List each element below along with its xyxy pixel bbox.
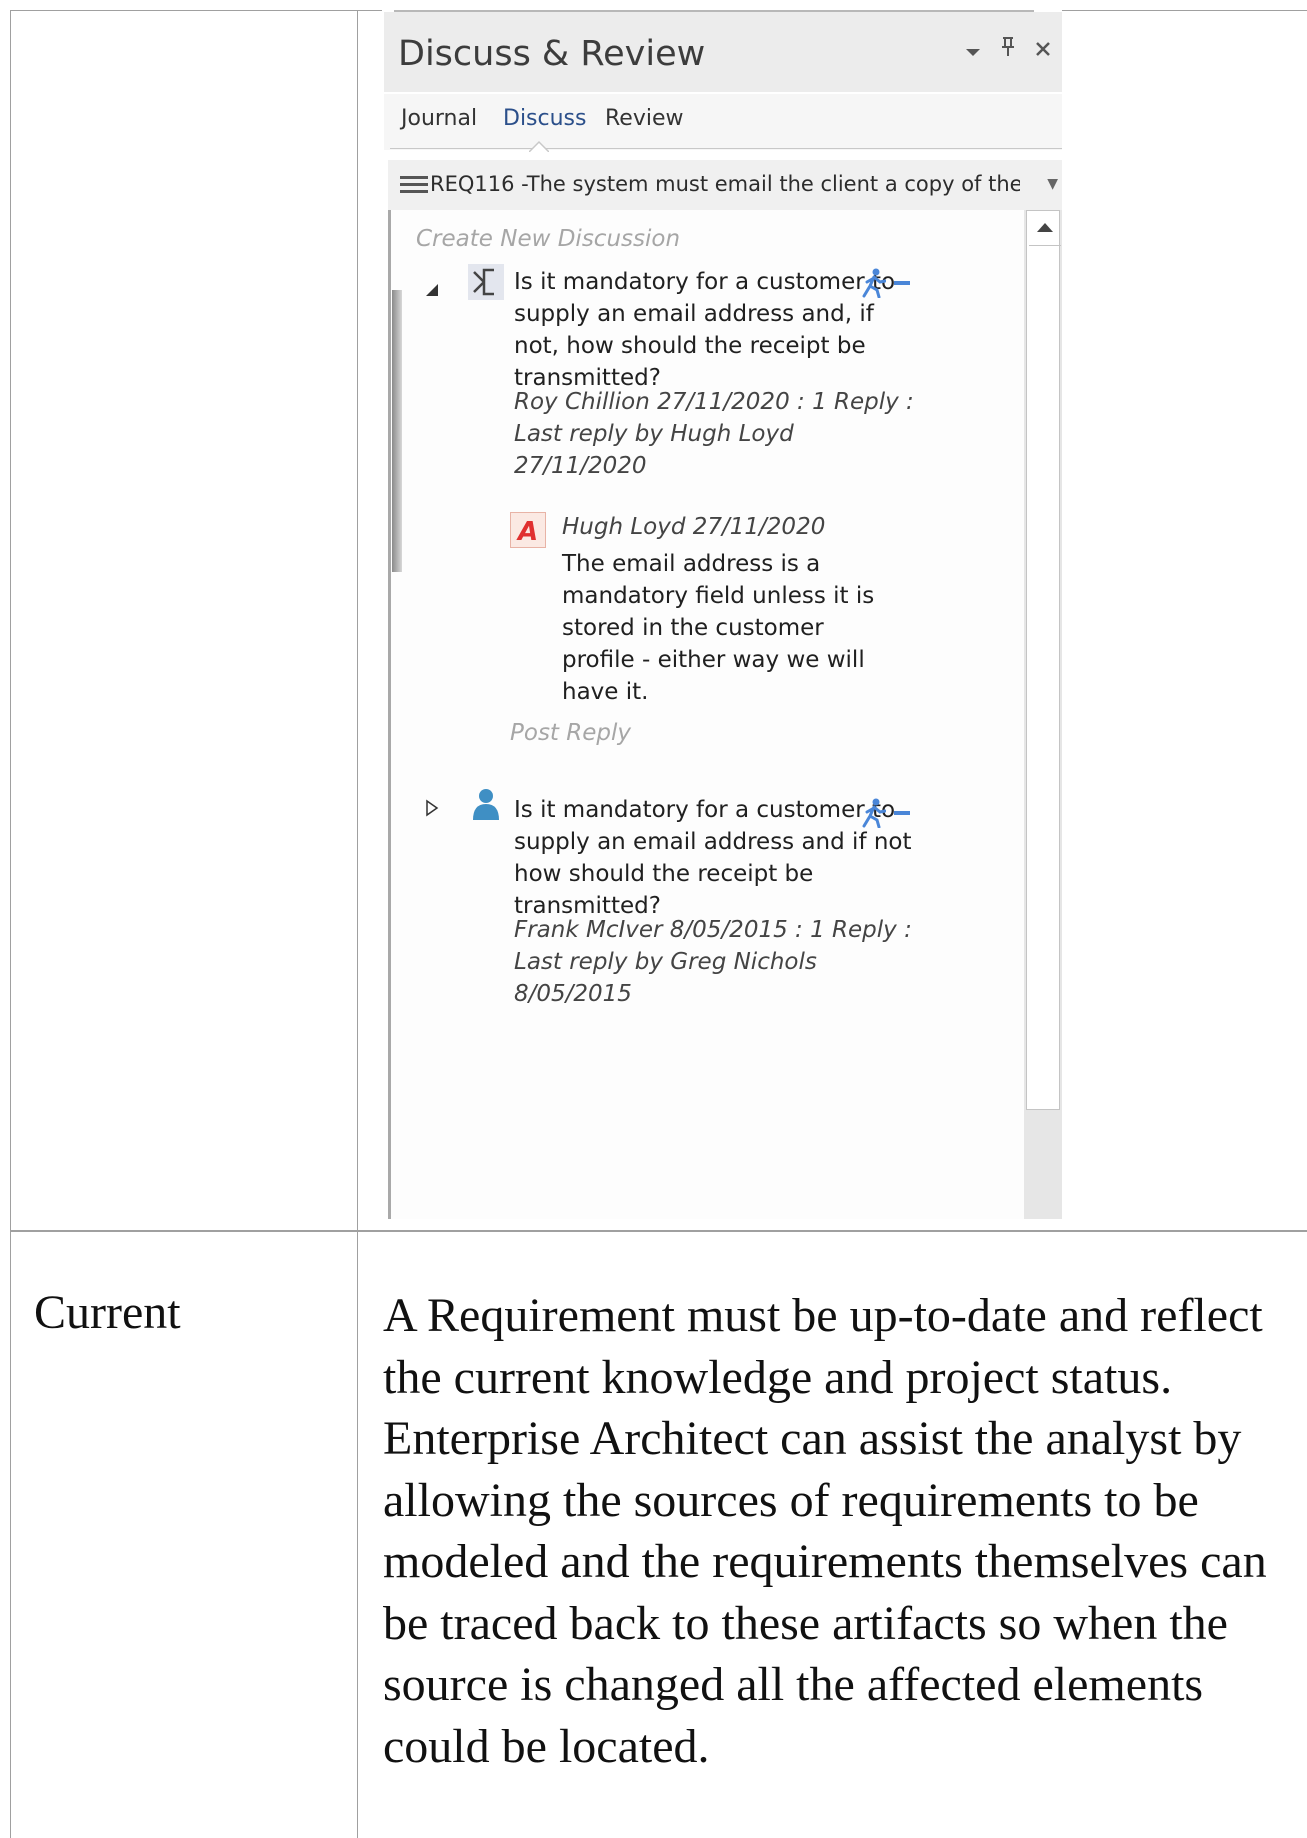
term-cell: Current (34, 1286, 181, 1339)
user-avatar-icon (473, 789, 499, 820)
running-person-icon[interactable] (860, 268, 886, 298)
pin-icon[interactable] (1000, 36, 1016, 64)
running-person-icon[interactable] (860, 798, 886, 828)
panel-header: Discuss & Review (384, 12, 1062, 92)
vertical-scrollbar[interactable] (1024, 210, 1062, 1219)
discuss-review-panel: Discuss & Review Journal Discuss Review … (384, 10, 1062, 1219)
reply-avatar-icon: A (510, 512, 546, 548)
tab-strip: Journal Discuss Review (384, 94, 1062, 150)
header-buttons (964, 36, 1052, 64)
close-icon[interactable] (1034, 36, 1052, 64)
element-selector-dropdown[interactable]: REQ116 -The system must email the client… (388, 160, 1062, 210)
minus-icon[interactable] (894, 811, 910, 815)
reply-text: The email address is a mandatory field u… (562, 551, 875, 705)
table-border-left (10, 10, 11, 1838)
chevron-down-icon: ▼ (1047, 176, 1058, 192)
svg-text:A: A (516, 517, 538, 547)
table-border-top (10, 10, 382, 11)
content-left-border (388, 210, 391, 1219)
chevron-down-icon[interactable] (964, 36, 982, 64)
active-tab-indicator (529, 140, 549, 152)
scrollbar-thumb[interactable] (1026, 210, 1061, 1110)
definition-cell: A Requirement must be up-to-date and ref… (383, 1289, 1267, 1773)
hamburger-icon (400, 176, 428, 193)
tab-review[interactable]: Review (605, 106, 684, 131)
scroll-up-arrow-icon[interactable] (1029, 211, 1061, 246)
create-new-discussion-input[interactable]: Create New Discussion (416, 226, 680, 252)
selected-thread-bar (392, 290, 402, 572)
reply-author-date: Hugh Loyd 27/11/2020 (562, 514, 826, 540)
requirement-element-icon (468, 264, 504, 300)
discussion-list: Create New Discussion Is it mandatory fo… (388, 210, 1024, 1219)
collapsed-triangle-icon[interactable] (424, 798, 440, 818)
tab-underline (390, 148, 1062, 149)
panel-title: Discuss & Review (398, 34, 706, 74)
expanded-triangle-icon[interactable] (424, 282, 440, 298)
table-border-top-right (1062, 10, 1307, 11)
tab-journal[interactable]: Journal (401, 106, 477, 131)
discussion-meta: Roy Chillion 27/11/2020 : 1 Reply : Last… (514, 389, 914, 479)
minus-icon[interactable] (894, 281, 910, 285)
post-reply-input[interactable]: Post Reply (510, 720, 631, 746)
discussion-meta: Frank McIver 8/05/2015 : 1 Reply : Last … (514, 917, 912, 1007)
table-row-divider (10, 1230, 1307, 1232)
table-column-divider (357, 10, 358, 1838)
tab-discuss[interactable]: Discuss (503, 106, 586, 131)
selected-element-label: REQ116 -The system must email the client… (430, 172, 1020, 196)
